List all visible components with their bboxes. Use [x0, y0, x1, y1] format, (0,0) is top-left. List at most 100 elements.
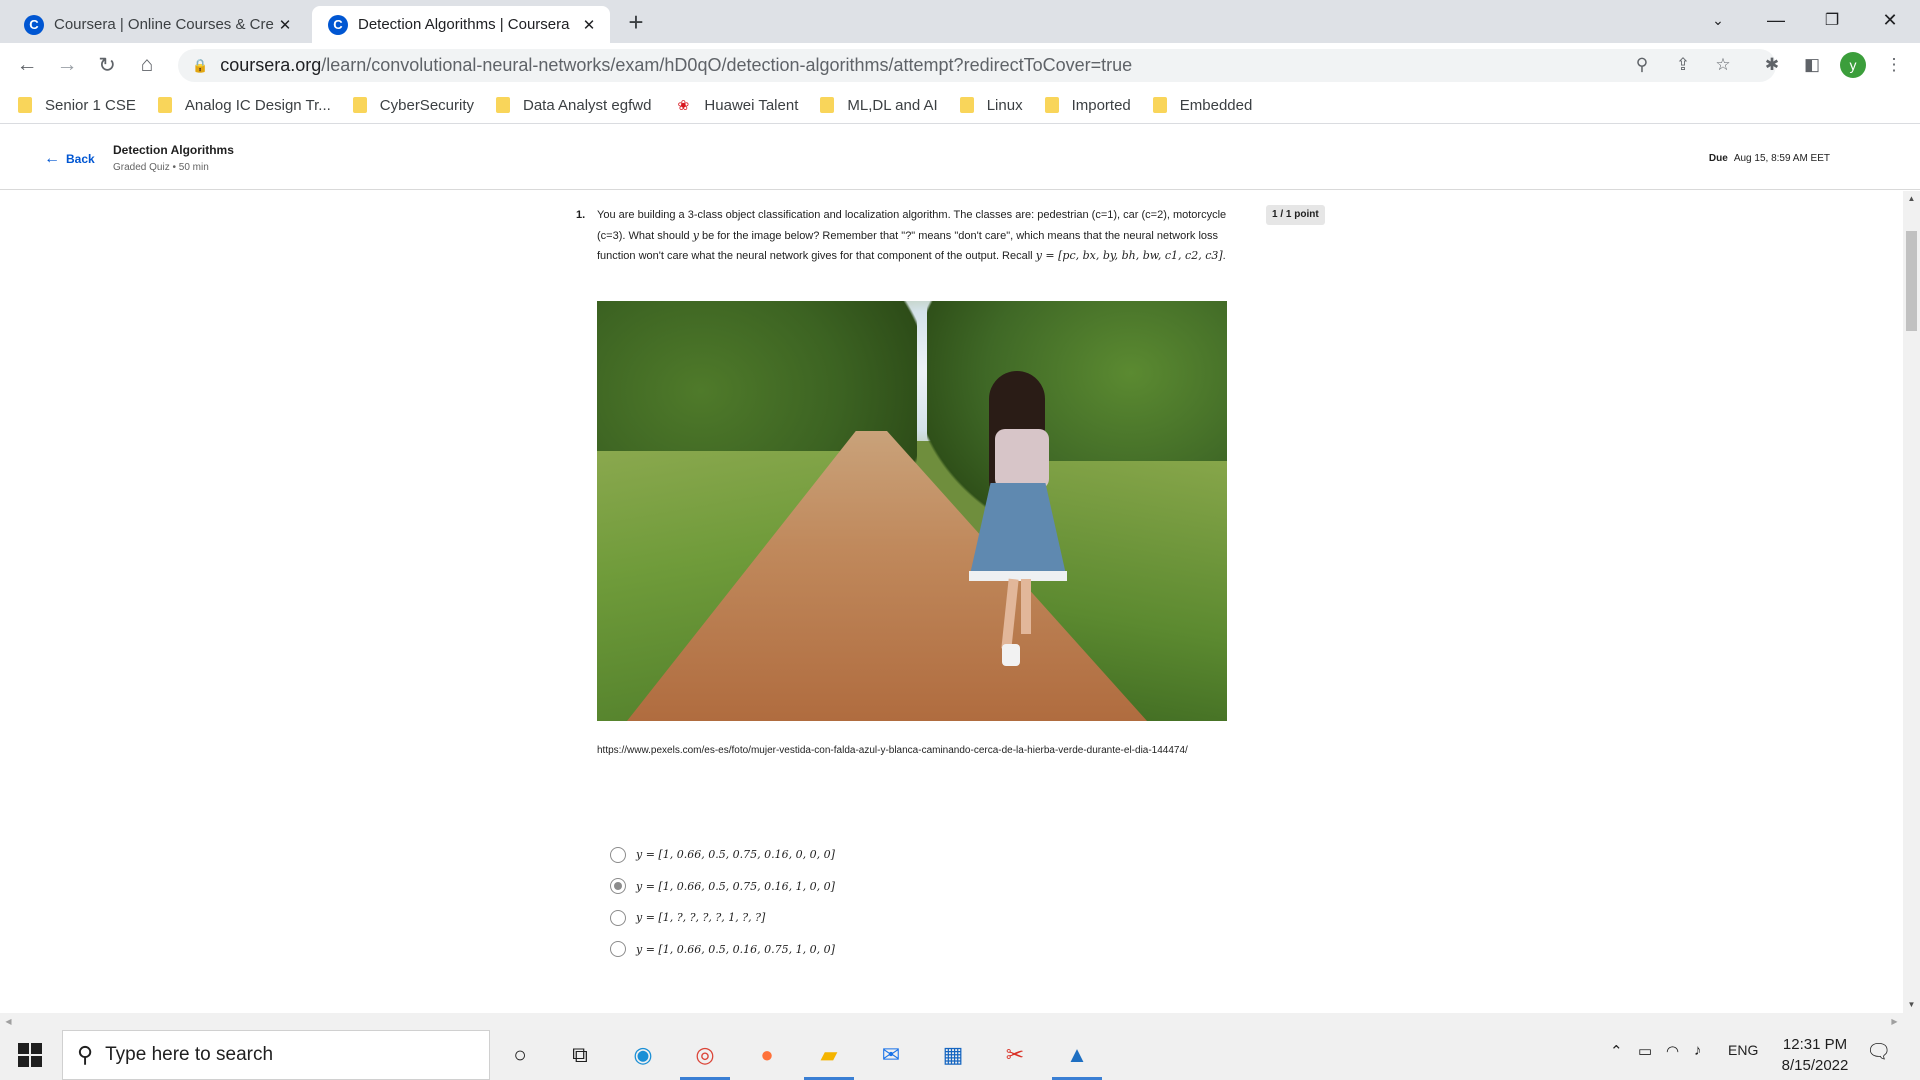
question-image: [597, 301, 1227, 721]
back-label: Back: [66, 152, 95, 166]
folder-icon: [157, 97, 172, 113]
zoom-icon[interactable]: ⚲: [1627, 50, 1657, 80]
lock-icon: 🔒: [192, 57, 209, 73]
url-host: coursera.org: [220, 55, 322, 75]
tab-title: Coursera | Online Courses & Cred: [54, 16, 274, 33]
forward-arrow-icon[interactable]: →: [52, 50, 82, 80]
taskbar-clock[interactable]: 12:31 PM 8/15/2022: [1770, 1034, 1860, 1076]
image-credit-link[interactable]: https://www.pexels.com/es-es/foto/mujer-…: [597, 741, 1227, 762]
radio-button[interactable]: [610, 846, 626, 863]
chrome-icon[interactable]: ◎: [687, 1038, 723, 1072]
answer-label: y = [1, 0.66, 0.5, 0.75, 0.16, 1, 0, 0]: [636, 879, 835, 893]
coursera-favicon-icon: C: [24, 14, 44, 35]
home-icon[interactable]: ⌂: [132, 50, 162, 80]
bookmark-item[interactable]: Linux: [959, 96, 1023, 114]
browser-toolbar: ← → ↻ ⌂ 🔒 coursera.org/learn/convolution…: [0, 43, 1920, 87]
battery-icon[interactable]: ▭: [1638, 1042, 1652, 1060]
quiz-content: 1. You are building a 3-class object cla…: [0, 191, 1903, 1013]
bookmark-item[interactable]: CyberSecurity: [352, 97, 474, 114]
close-tab-icon[interactable]: ✕: [274, 14, 296, 36]
quiz-title: Detection Algorithms: [113, 143, 234, 157]
edge-icon[interactable]: ◉: [625, 1038, 661, 1072]
bookmark-item[interactable]: Analog IC Design Tr...: [157, 97, 331, 114]
horizontal-scrollbar[interactable]: ◀ ▶: [0, 1013, 1920, 1030]
coursera-favicon-icon: C: [328, 14, 348, 35]
tab-search-icon[interactable]: ⌄: [1690, 0, 1746, 40]
mail-icon[interactable]: ✉: [873, 1038, 909, 1072]
folder-icon: [18, 97, 32, 113]
profile-avatar[interactable]: y: [1840, 52, 1866, 78]
volume-icon[interactable]: ♪: [1694, 1042, 1702, 1059]
firefox-icon[interactable]: ●: [749, 1038, 785, 1072]
question-text: You are building a 3-class object classi…: [597, 205, 1227, 267]
bookmark-item[interactable]: Senior 1 CSE: [18, 97, 136, 114]
reload-icon[interactable]: ↻: [92, 50, 122, 80]
scroll-right-icon[interactable]: ▶: [1886, 1013, 1903, 1030]
back-link[interactable]: ← Back: [44, 150, 95, 168]
search-icon: ⚲: [77, 1042, 94, 1067]
more-menu-icon[interactable]: ⋮: [1879, 50, 1909, 80]
browser-tab-strip: C Coursera | Online Courses & Cred ✕ C D…: [0, 0, 1920, 43]
answer-label: y = [1, 0.66, 0.5, 0.75, 0.16, 0, 0, 0]: [636, 848, 835, 862]
radio-button-selected[interactable]: [610, 878, 626, 895]
close-window-button[interactable]: ✕: [1862, 0, 1918, 40]
bookmark-label: Data Analyst egfwd: [523, 96, 652, 114]
task-view-icon[interactable]: ⧉: [562, 1038, 598, 1072]
answer-option[interactable]: y = [1, ?, ?, ?, ?, 1, ?, ?]: [610, 902, 835, 934]
answer-label: y = [1, 0.66, 0.5, 0.16, 0.75, 1, 0, 0]: [636, 942, 835, 956]
answer-options: y = [1, 0.66, 0.5, 0.75, 0.16, 0, 0, 0] …: [610, 839, 835, 965]
bookmark-item[interactable]: Imported: [1044, 97, 1131, 114]
notifications-icon[interactable]: 🗨: [1866, 1039, 1891, 1064]
share-icon[interactable]: ⇪: [1668, 50, 1698, 80]
question-text-part: .: [1222, 250, 1226, 262]
bookmarks-bar: Senior 1 CSE Analog IC Design Tr... Cybe…: [0, 87, 1920, 124]
answer-option[interactable]: y = [1, 0.66, 0.5, 0.75, 0.16, 1, 0, 0]: [610, 871, 835, 903]
language-indicator[interactable]: ENG: [1728, 1042, 1758, 1058]
tab-coursera-home[interactable]: C Coursera | Online Courses & Cred ✕: [8, 6, 306, 43]
question-number: 1.: [576, 209, 586, 221]
folder-icon: [1044, 97, 1059, 113]
due-date: Due Aug 15, 8:59 AM EET: [1709, 153, 1830, 164]
minimize-button[interactable]: —: [1748, 0, 1804, 40]
side-panel-icon[interactable]: ◧: [1797, 50, 1827, 80]
answer-option[interactable]: y = [1, 0.66, 0.5, 0.75, 0.16, 0, 0, 0]: [610, 839, 835, 871]
vertical-scrollbar[interactable]: ▲ ▼: [1903, 191, 1920, 1013]
scroll-up-icon[interactable]: ▲: [1903, 191, 1920, 207]
extensions-puzzle-icon[interactable]: ✱: [1757, 50, 1787, 80]
back-arrow-icon[interactable]: ←: [12, 50, 42, 80]
wifi-icon[interactable]: ◠: [1666, 1042, 1679, 1060]
store-icon[interactable]: ▦: [935, 1038, 971, 1072]
photos-icon[interactable]: ▲: [1059, 1038, 1095, 1072]
bookmark-star-icon[interactable]: ☆: [1708, 50, 1738, 80]
radio-button[interactable]: [610, 909, 626, 926]
close-tab-icon[interactable]: ✕: [578, 14, 600, 36]
windows-start-icon[interactable]: [10, 1040, 50, 1070]
scrollbar-thumb[interactable]: [1906, 231, 1917, 331]
scroll-left-icon[interactable]: ◀: [0, 1013, 17, 1030]
bookmark-item[interactable]: ❀ Huawei Talent: [673, 96, 799, 114]
search-placeholder: Type here to search: [105, 1044, 274, 1065]
restore-button[interactable]: ❐: [1804, 0, 1860, 40]
tab-detection-algorithms[interactable]: C Detection Algorithms | Coursera ✕: [312, 6, 610, 43]
snipping-tool-icon[interactable]: ✂: [997, 1038, 1033, 1072]
tab-title: Detection Algorithms | Coursera: [358, 16, 570, 33]
new-tab-button[interactable]: +: [622, 9, 650, 37]
answer-option[interactable]: y = [1, 0.66, 0.5, 0.16, 0.75, 1, 0, 0]: [610, 934, 835, 966]
image-pedestrian-torso: [995, 429, 1049, 489]
bookmark-item[interactable]: ML,DL and AI: [820, 97, 938, 114]
bookmark-label: Huawei Talent: [704, 96, 799, 114]
address-bar[interactable]: 🔒 coursera.org/learn/convolutional-neura…: [178, 49, 1776, 82]
scroll-down-icon[interactable]: ▼: [1903, 997, 1920, 1013]
bookmark-item[interactable]: Data Analyst egfwd: [496, 97, 651, 114]
cortana-icon[interactable]: ○: [502, 1038, 538, 1072]
file-explorer-icon[interactable]: ▰: [811, 1038, 847, 1072]
bookmark-label: Linux: [986, 96, 1023, 114]
radio-button[interactable]: [610, 941, 626, 958]
points-badge: 1 / 1 point: [1266, 205, 1325, 225]
bookmark-item[interactable]: Embedded: [1152, 97, 1252, 114]
taskbar-search-box[interactable]: ⚲ Type here to search: [62, 1030, 490, 1080]
tray-chevron-icon[interactable]: ⌃: [1610, 1042, 1623, 1060]
bookmark-label: Senior 1 CSE: [45, 96, 136, 114]
image-pedestrian-leg: [1021, 579, 1031, 634]
clock-date: 8/15/2022: [1781, 1057, 1849, 1074]
